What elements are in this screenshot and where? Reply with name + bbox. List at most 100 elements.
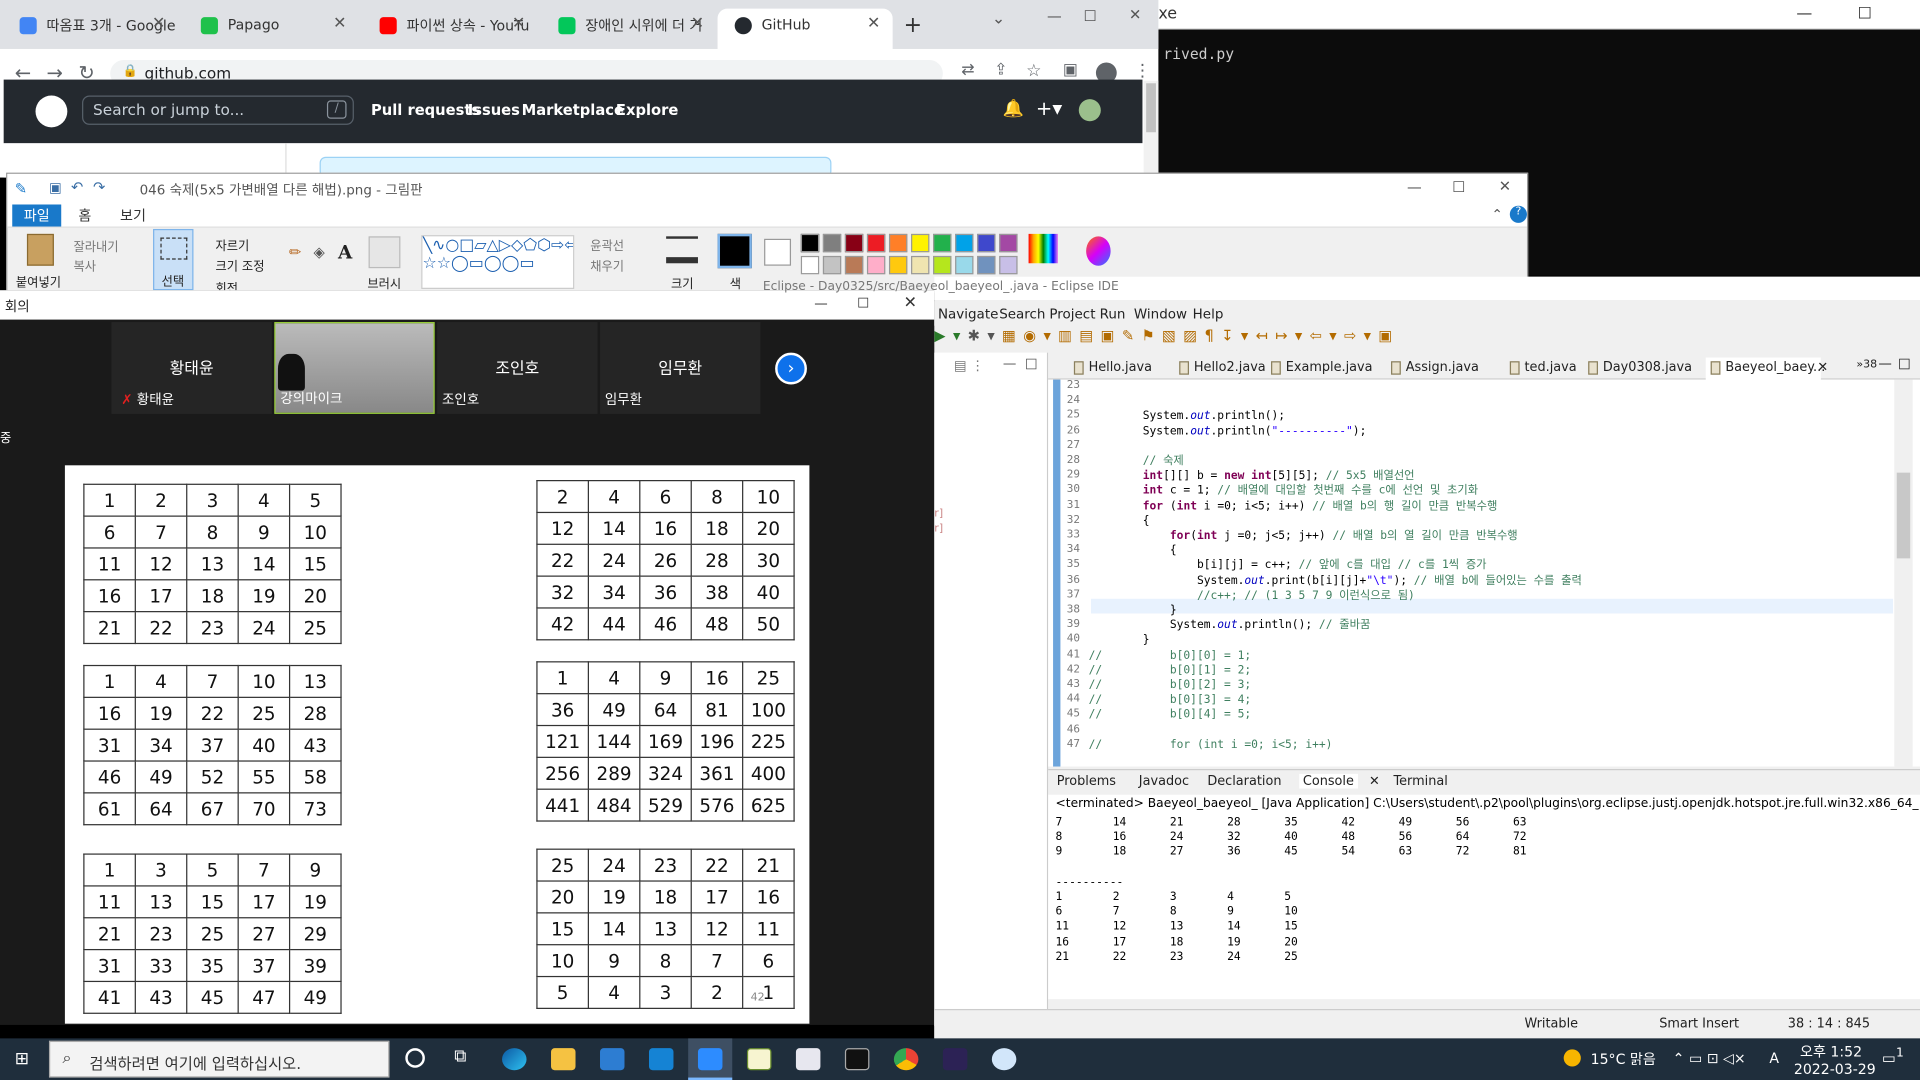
fill-label[interactable]: 채우기 <box>590 256 624 274</box>
palette-swatch[interactable] <box>866 255 886 275</box>
eclipse-toolbar[interactable]: ▶▾✱▾▦◉▾▥▤▣✎⚑▧▨¶↧▾↤↦▾⇦▾⇨▾▣ <box>934 327 1920 351</box>
ime-indicator[interactable]: A <box>1769 1049 1779 1066</box>
store-icon[interactable] <box>600 1048 625 1071</box>
palette-swatch[interactable] <box>844 233 864 253</box>
run-icon[interactable]: ▶▾ <box>934 327 967 344</box>
new-tab-icon[interactable]: + <box>904 12 922 38</box>
chrome-tab[interactable]: Papago ✕ <box>184 9 359 49</box>
menu-dots-icon[interactable]: ⋮ <box>1134 61 1151 81</box>
windows-start-icon[interactable]: ⊞ <box>15 1049 29 1069</box>
chrome-tab-active[interactable]: GitHub ✕ <box>717 8 893 49</box>
console-tab-javadoc[interactable]: Javadoc <box>1139 774 1189 789</box>
chrome-window[interactable]: 따옴표 3개 - Google ✕ Papago ✕ 파이썬 상속 - YouT… <box>0 0 1159 178</box>
palette-swatch[interactable] <box>911 255 930 275</box>
clock-date[interactable]: 2022-03-29 <box>1794 1060 1876 1077</box>
bell-icon[interactable]: 🔔 <box>1003 99 1024 119</box>
maximize-editor-icon[interactable]: □ <box>1898 355 1911 371</box>
sidepanel-icon[interactable]: ▣ <box>1063 61 1078 79</box>
terminal-maximize-button[interactable]: ☐ <box>1858 5 1872 23</box>
participant-tile[interactable]: 조인호 조인호 <box>437 322 598 414</box>
palette-swatch[interactable] <box>822 233 842 253</box>
zoom-app-active[interactable] <box>688 1038 733 1080</box>
close-tab-icon[interactable]: ✕ <box>333 15 346 33</box>
text-tool-icon[interactable]: A <box>338 241 352 263</box>
palette-swatch[interactable] <box>999 233 1018 253</box>
palette-swatch[interactable] <box>866 233 886 253</box>
close-tab-icon[interactable]: ✕ <box>152 15 165 33</box>
palette-swatch[interactable] <box>888 233 908 253</box>
cortana-icon[interactable] <box>405 1048 425 1068</box>
paste-icon[interactable] <box>26 233 54 266</box>
size-icon[interactable] <box>666 236 698 264</box>
maximize-button[interactable]: ☐ <box>857 295 869 311</box>
nav-pull-requests[interactable]: Pull requests <box>371 102 480 119</box>
editor-tab[interactable]: Hello2.java <box>1174 358 1266 382</box>
menu-help[interactable]: Help <box>1193 306 1224 322</box>
palette-swatch[interactable] <box>933 233 952 253</box>
palette-swatch[interactable] <box>911 233 930 253</box>
maximize-button[interactable]: ☐ <box>1084 7 1097 24</box>
console-hscroll[interactable] <box>1048 999 1920 1009</box>
task-view-icon[interactable]: ⧉ <box>454 1047 466 1067</box>
scrollbar-thumb[interactable] <box>1146 83 1156 133</box>
eclipse-taskbar-icon[interactable] <box>942 1048 968 1071</box>
editor-tab[interactable]: ted.java <box>1505 358 1581 382</box>
palette-swatch[interactable] <box>822 255 842 275</box>
nav-explore[interactable]: Explore <box>616 102 678 119</box>
terminal-minimize-button[interactable]: — <box>1796 5 1812 23</box>
close-console-icon[interactable]: ✕ <box>1369 774 1380 789</box>
plus-icon[interactable]: +▾ <box>1036 97 1062 120</box>
palette-swatch[interactable] <box>800 233 820 253</box>
palette-swatch[interactable] <box>888 255 908 275</box>
scrollbar-thumb[interactable] <box>1896 472 1911 559</box>
console-tab-console[interactable]: Console <box>1299 773 1358 789</box>
notification-icon[interactable]: ▭1 <box>1882 1047 1904 1067</box>
menu-run[interactable]: Run <box>1100 306 1126 322</box>
editor-tab[interactable]: Baeyeol_baey... ✕ <box>1705 357 1828 383</box>
palette-swatch[interactable] <box>844 255 864 275</box>
editor-tab[interactable]: Day0308.java <box>1583 358 1703 382</box>
palette-swatch[interactable] <box>999 255 1018 275</box>
next-page-icon[interactable]: › <box>775 352 807 385</box>
menu-navigate[interactable]: Navigate <box>938 306 998 322</box>
console-tab-declaration[interactable]: Declaration <box>1207 774 1281 789</box>
palette-swatch[interactable] <box>933 255 952 275</box>
maximize-view-icon[interactable]: □ <box>1025 355 1038 371</box>
menu-home[interactable]: 홈 <box>78 206 91 226</box>
toolbar-icons[interactable]: ▦◉▾▥▤▣✎⚑▧▨¶↧▾↤↦▾⇦▾⇨▾▣ <box>1002 327 1400 344</box>
clock-time[interactable]: 오후 1:52 <box>1800 1042 1862 1062</box>
close-button[interactable]: ✕ <box>1129 6 1141 23</box>
github-logo-icon[interactable] <box>35 95 68 128</box>
share-icon[interactable]: ⇪ <box>994 61 1007 79</box>
translate-icon[interactable]: ⇄ <box>961 61 974 79</box>
close-tab-icon[interactable]: ✕ <box>867 15 880 33</box>
chrome-icon[interactable] <box>893 1048 919 1071</box>
palette-swatch[interactable] <box>955 255 974 275</box>
user-avatar[interactable] <box>1078 99 1101 122</box>
tray-icons[interactable]: ⌃ ▭ ⊡ ◁× <box>1673 1049 1746 1066</box>
debug-icon[interactable]: ✱▾ <box>968 327 1002 344</box>
close-button[interactable]: ✕ <box>904 294 917 312</box>
menu-view[interactable]: 보기 <box>120 206 146 226</box>
file-explorer-icon[interactable] <box>551 1048 576 1071</box>
scrollbar[interactable] <box>1143 80 1159 178</box>
crop-label[interactable]: 자르기 <box>216 235 250 253</box>
explorer-toolbar[interactable]: ▤ ⋮ <box>954 358 984 374</box>
color2-swatch[interactable] <box>764 238 792 266</box>
close-button[interactable]: ✕ <box>1499 178 1511 195</box>
menu-file[interactable]: 파일 <box>12 204 62 227</box>
resize-label[interactable]: 크기 조정 <box>216 256 265 274</box>
eclipse-window[interactable]: Eclipse - Day0325/src/Baeyeol_baeyeol_.j… <box>763 276 1920 1039</box>
edge-icon[interactable] <box>502 1048 527 1071</box>
minimize-view-icon[interactable]: — <box>1003 355 1016 371</box>
pencil-icon[interactable]: ✏ <box>289 244 301 261</box>
taskbar-search-input[interactable]: ⌕ 검색하려면 여기에 입력하십시오. <box>48 1040 390 1078</box>
chevron-up-icon[interactable]: ⌃ <box>1491 207 1502 223</box>
menu-window[interactable]: Window <box>1134 306 1187 322</box>
paint-taskbar-icon[interactable] <box>795 1048 821 1071</box>
cut-label[interactable]: 잘라내기 <box>73 236 118 254</box>
outline-label[interactable]: 윤곽선 <box>590 235 624 253</box>
shapes-gallery[interactable]: ╲∿○□▱△▷◇⬠⬡⇨⇦⇧ ☆☆◯▭◯◯▭ <box>421 235 575 289</box>
palette-swatch[interactable] <box>977 233 996 253</box>
meeting-window[interactable]: 회의 — ☐ ✕ 황태윤 ✗ 황태윤 강의마이크 조인호 조인호 임무환 임무환… <box>0 290 935 1025</box>
